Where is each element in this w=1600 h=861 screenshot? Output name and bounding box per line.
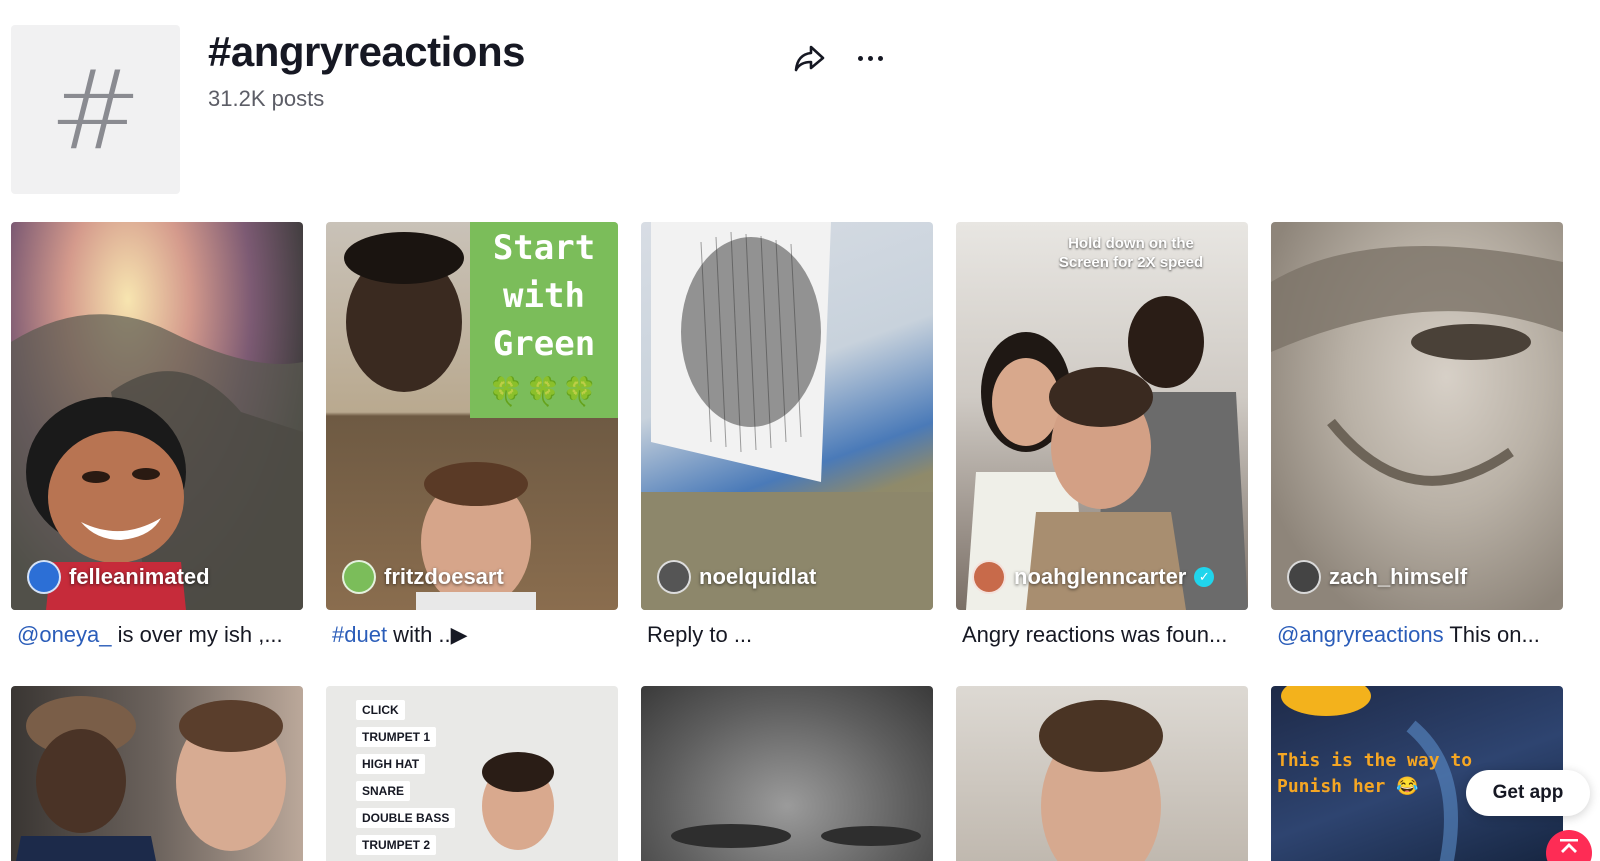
caption-text: is over my ish ,... — [111, 622, 283, 647]
post-count: 31.2K posts — [208, 86, 325, 111]
video-author[interactable]: felleanimated — [27, 560, 210, 594]
video-thumbnail[interactable]: noelquidlat — [641, 222, 933, 610]
username: fritzdoesart — [384, 564, 504, 589]
caption-text: This on... — [1443, 622, 1540, 647]
username: noahglenncarter — [1014, 564, 1187, 589]
username: zach_himself — [1329, 564, 1468, 589]
video-caption[interactable]: @angryreactions This on... — [1271, 622, 1563, 648]
video-thumbnail[interactable] — [956, 686, 1248, 861]
speed-hint-line: Hold down on the — [1068, 235, 1194, 252]
video-card[interactable]: CLICK TRUMPET 1 HIGH HAT SNARE DOUBLE BA… — [326, 686, 618, 861]
video-thumbnail[interactable]: felleanimated — [11, 222, 303, 610]
caption-text: Angry reactions was foun... — [962, 622, 1228, 647]
speed-hint-line: Screen for 2X speed — [1058, 254, 1204, 271]
video-card[interactable] — [956, 686, 1248, 861]
overlay-line: Start — [492, 228, 596, 268]
video-overlay-text: This is the way to Punish her 😂 — [1277, 748, 1472, 800]
overlay-line: with — [503, 276, 585, 316]
video-author[interactable]: noahglenncarter ✓ — [972, 560, 1215, 594]
username: felleanimated — [69, 564, 210, 589]
video-card[interactable] — [11, 686, 303, 861]
bw-closeup — [671, 824, 921, 848]
overlay-line: Green — [492, 324, 596, 364]
share-icon — [794, 45, 825, 72]
more-options-button[interactable] — [852, 44, 888, 72]
page-title: #angryreactions — [208, 28, 525, 75]
share-button[interactable] — [792, 40, 828, 76]
video-card[interactable]: Start with Green 🍀🍀🍀 fritzdoesart #duet … — [326, 222, 618, 648]
get-app-button[interactable]: Get app — [1466, 770, 1590, 816]
young-man — [1039, 700, 1163, 861]
video-card[interactable] — [641, 686, 933, 861]
closeup-face — [1271, 246, 1563, 486]
video-thumbnail[interactable] — [641, 686, 933, 861]
video-thumbnail[interactable] — [11, 686, 303, 861]
video-author[interactable]: zach_himself — [1287, 560, 1467, 594]
speed-hint: Hold down on the Screen for 2X speed — [1036, 234, 1226, 272]
caption-text: with ..▶ — [387, 622, 468, 647]
arrow-up-icon — [1560, 839, 1578, 853]
video-card[interactable]: zach_himself @angryreactions This on... — [1271, 222, 1563, 648]
video-thumbnail[interactable]: Hold down on the Screen for 2X speed noa… — [956, 222, 1248, 610]
car-selfie — [16, 696, 286, 861]
video-author[interactable]: noelquidlat — [657, 560, 816, 594]
hashtag-avatar: # — [11, 25, 180, 194]
more-icon-dot — [877, 55, 883, 61]
avatar — [27, 560, 61, 594]
video-caption[interactable]: @oneya_ is over my ish ,... — [11, 622, 303, 648]
verified-badge-icon: ✓ — [1194, 567, 1215, 587]
video-caption[interactable]: Reply to ... — [641, 622, 933, 648]
video-card[interactable]: Hold down on the Screen for 2X speed noa… — [956, 222, 1248, 648]
more-icon-dot — [857, 55, 863, 61]
avatar — [1287, 560, 1321, 594]
singer — [482, 752, 554, 850]
hashtag-header: # #angryreactions 31.2K posts — [0, 0, 1600, 200]
overlay-line: This is the way to — [1277, 750, 1473, 771]
caption-text: Reply to ... — [647, 622, 753, 647]
video-card[interactable]: noelquidlat Reply to ... — [641, 222, 933, 648]
more-icon-dot — [867, 55, 873, 61]
video-caption[interactable]: #duet with ..▶ — [326, 622, 618, 648]
caption-hashtag[interactable]: #duet — [332, 622, 387, 647]
video-author[interactable]: fritzdoesart — [342, 560, 504, 594]
caption-mention[interactable]: @angryreactions — [1277, 622, 1444, 647]
string-art — [641, 222, 933, 610]
video-card[interactable]: felleanimated @oneya_ is over my ish ,..… — [11, 222, 303, 648]
cartoon-illustration — [11, 314, 303, 610]
video-thumbnail[interactable]: zach_himself — [1271, 222, 1563, 610]
username: noelquidlat — [699, 564, 817, 589]
video-caption[interactable]: Angry reactions was foun... — [956, 622, 1248, 648]
video-thumbnail[interactable]: Start with Green 🍀🍀🍀 fritzdoesart — [326, 222, 618, 610]
hashtag-icon: # — [49, 45, 142, 174]
avatar — [657, 560, 691, 594]
overlay-text-box: Start with Green 🍀🍀🍀 — [470, 222, 618, 418]
group-people — [966, 296, 1248, 610]
caption-mention[interactable]: @oneya_ — [17, 622, 112, 647]
overlay-line: Punish her 😂 — [1277, 776, 1419, 797]
avatar — [342, 560, 376, 594]
clover-emoji: 🍀🍀🍀 — [488, 375, 600, 408]
video-thumbnail[interactable]: CLICK TRUMPET 1 HIGH HAT SNARE DOUBLE BA… — [326, 686, 618, 861]
avatar — [972, 560, 1006, 594]
